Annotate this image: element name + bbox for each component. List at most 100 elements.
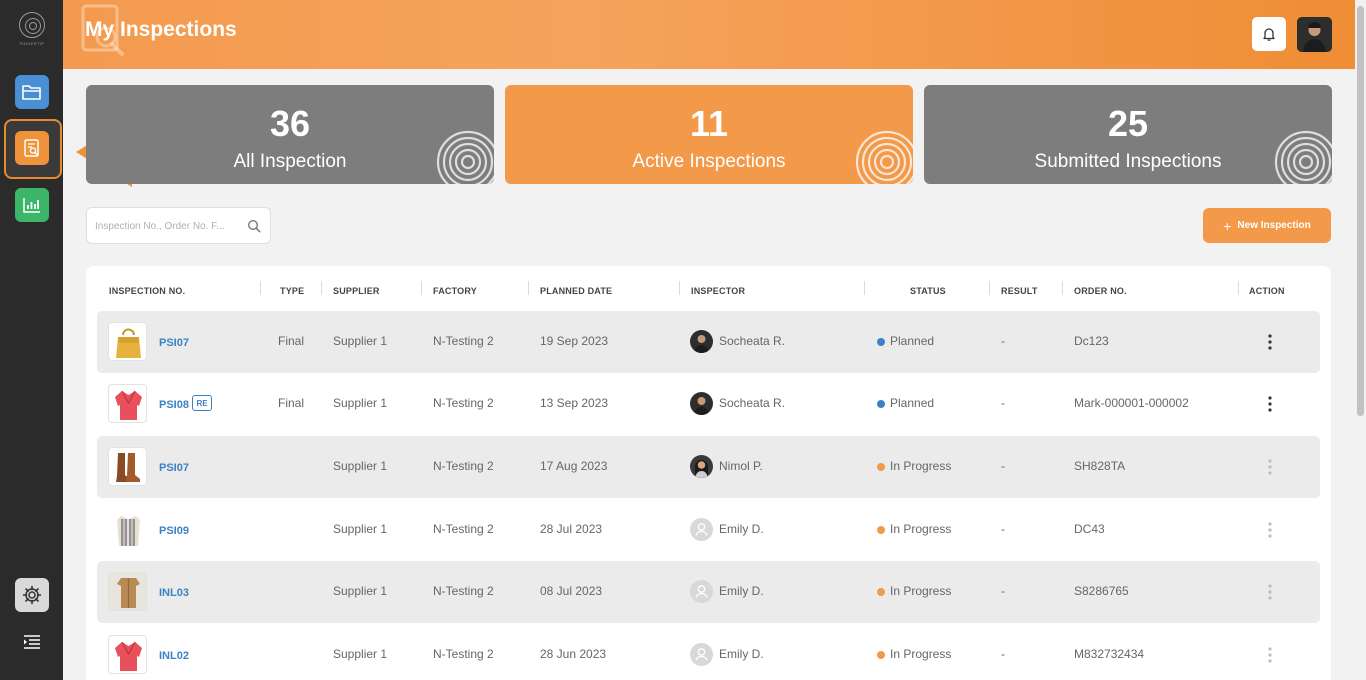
type-cell: Final <box>278 334 305 348</box>
fingerprint-icon <box>436 130 494 184</box>
striped-shirt-image <box>117 516 140 546</box>
supplier-cell: Supplier 1 <box>333 522 388 536</box>
search-box <box>86 207 271 244</box>
row-actions-button[interactable] <box>1257 453 1283 481</box>
inspection-no-link[interactable]: PSI09 <box>159 525 189 537</box>
inspection-no-link[interactable]: INL02 <box>159 650 189 662</box>
planned-date-cell: 19 Sep 2023 <box>540 334 609 348</box>
table-row[interactable]: INL02 Supplier 1 N-Testing 2 28 Jun 2023… <box>97 624 1320 680</box>
notifications-button[interactable] <box>1252 17 1286 51</box>
factory-cell: N-Testing 2 <box>433 647 494 661</box>
kebab-menu-icon <box>1268 584 1272 600</box>
inspector-name: Socheata R. <box>719 396 786 410</box>
inspector-avatar <box>690 330 713 353</box>
supplier-cell: Supplier 1 <box>333 584 388 598</box>
user-photo-icon <box>690 330 713 353</box>
folder-icon <box>22 85 41 100</box>
column-header-supplier[interactable]: SUPPLIER <box>333 286 380 296</box>
supplier-cell: Supplier 1 <box>333 459 388 473</box>
sidebar-item-inspections[interactable] <box>15 131 49 165</box>
column-divider <box>260 281 261 295</box>
inspection-no-link[interactable]: PSI08 <box>159 399 189 411</box>
order-no-cell: Mark-000001-000002 <box>1074 396 1189 410</box>
inspector-name: Emily D. <box>719 522 764 536</box>
factory-cell: N-Testing 2 <box>433 334 494 348</box>
new-inspection-label: New Inspection <box>1237 220 1311 231</box>
stat-card-submitted[interactable]: 25 Submitted Inspections <box>924 85 1332 184</box>
inspector-avatar <box>690 455 713 478</box>
row-actions-button[interactable] <box>1257 578 1283 606</box>
scrollbar-thumb[interactable] <box>1357 6 1364 416</box>
inspector-name: Emily D. <box>719 584 764 598</box>
product-thumbnail <box>108 322 147 361</box>
planned-date-cell: 08 Jul 2023 <box>540 584 603 598</box>
supplier-cell: Supplier 1 <box>333 647 388 661</box>
reinspection-badge: RE <box>192 395 212 411</box>
inspector-name: Emily D. <box>719 647 764 661</box>
planned-date-cell: 13 Sep 2023 <box>540 396 609 410</box>
stat-card-all[interactable]: 36 All Inspection <box>86 85 494 184</box>
search-input[interactable] <box>95 217 240 235</box>
pink-blazer-image <box>115 641 142 671</box>
column-header-inspection-no[interactable]: INSPECTION NO. <box>109 286 185 296</box>
column-header-order-no[interactable]: ORDER NO. <box>1074 286 1127 296</box>
column-header-status[interactable]: STATUS <box>910 286 946 296</box>
product-thumbnail <box>108 447 147 486</box>
planned-date-cell: 28 Jun 2023 <box>540 647 607 661</box>
column-header-result[interactable]: RESULT <box>1001 286 1038 296</box>
column-divider <box>989 281 990 295</box>
gear-icon <box>22 585 42 605</box>
settings-button[interactable] <box>15 578 49 612</box>
bar-chart-icon <box>23 198 40 213</box>
stat-card-active[interactable]: 11 Active Inspections <box>505 85 913 184</box>
row-actions-button[interactable] <box>1257 641 1283 669</box>
column-header-factory[interactable]: FACTORY <box>433 286 477 296</box>
table-row[interactable]: PSI08 RE Final Supplier 1 N-Testing 2 13… <box>97 373 1320 435</box>
product-thumbnail <box>108 635 147 674</box>
inspection-no-link[interactable]: PSI07 <box>159 337 189 349</box>
kebab-menu-icon <box>1268 334 1272 350</box>
row-actions-button[interactable] <box>1257 390 1283 418</box>
status-text: In Progress <box>890 459 952 473</box>
column-header-type[interactable]: TYPE <box>280 286 304 296</box>
brand-logo-text: FINGERTIP <box>19 41 45 46</box>
inspection-no-link[interactable]: INL03 <box>159 587 189 599</box>
table-row[interactable]: PSI07 Final Supplier 1 N-Testing 2 19 Se… <box>97 311 1320 373</box>
status-text: In Progress <box>890 584 952 598</box>
order-no-cell: S8286765 <box>1074 584 1129 598</box>
status-dot <box>877 400 885 408</box>
user-photo-icon <box>690 392 713 415</box>
planned-date-cell: 17 Aug 2023 <box>540 459 608 473</box>
app-root: FINGERTIP My Inspections 36 All Inspecti… <box>0 0 1366 680</box>
sidebar-item-reports[interactable] <box>15 188 49 222</box>
bell-icon <box>1263 28 1275 41</box>
sidebar-item-files[interactable] <box>15 75 49 109</box>
column-header-inspector[interactable]: INSPECTOR <box>691 286 745 296</box>
table-row[interactable]: PSI07 Supplier 1 N-Testing 2 17 Aug 2023… <box>97 436 1320 498</box>
inspection-search-icon <box>24 139 39 157</box>
page-header: My Inspections <box>63 0 1355 69</box>
row-actions-button[interactable] <box>1257 328 1283 356</box>
planned-date-cell: 28 Jul 2023 <box>540 522 603 536</box>
inspection-no-link[interactable]: PSI07 <box>159 462 189 474</box>
user-placeholder-icon <box>695 648 708 661</box>
column-divider <box>864 281 865 295</box>
brand-logo[interactable]: FINGERTIP <box>14 12 50 52</box>
inspections-table: INSPECTION NO. TYPE SUPPLIER FACTORY PLA… <box>86 266 1331 680</box>
search-icon[interactable] <box>247 219 261 233</box>
order-no-cell: Dc123 <box>1074 334 1109 348</box>
table-row[interactable]: INL03 Supplier 1 N-Testing 2 08 Jul 2023… <box>97 561 1320 623</box>
column-header-planned-date[interactable]: PLANNED DATE <box>540 286 612 296</box>
supplier-cell: Supplier 1 <box>333 334 388 348</box>
page-scrollbar[interactable] <box>1355 0 1366 680</box>
fingerprint-logo-icon <box>19 12 45 38</box>
result-cell: - <box>1001 522 1005 536</box>
new-inspection-button[interactable]: + New Inspection <box>1203 208 1331 243</box>
column-divider <box>421 281 422 295</box>
status-text: In Progress <box>890 647 952 661</box>
table-row[interactable]: PSI09 Supplier 1 N-Testing 2 28 Jul 2023… <box>97 499 1320 561</box>
menu-toggle-button[interactable] <box>20 632 44 652</box>
status-dot <box>877 526 885 534</box>
user-avatar[interactable] <box>1297 17 1332 52</box>
row-actions-button[interactable] <box>1257 516 1283 544</box>
